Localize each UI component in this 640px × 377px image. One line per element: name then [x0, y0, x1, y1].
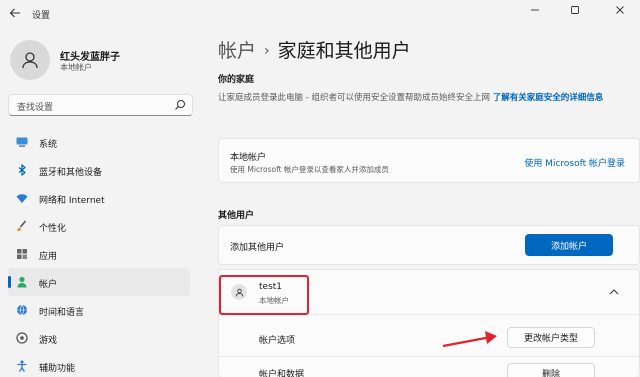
accessibility-icon [17, 360, 27, 372]
apps-icon [17, 249, 27, 259]
search-input[interactable]: 查找设置 [8, 94, 193, 116]
title-bar: 设置 [0, 0, 640, 28]
sidebar-item-gaming[interactable]: 游戏 [8, 324, 190, 352]
monitor-icon [16, 137, 28, 147]
sidebar-item-personalization[interactable]: 个性化 [8, 212, 190, 240]
gamepad-icon [16, 332, 28, 344]
person-icon [22, 52, 38, 69]
local-account-title: 本地帐户 [230, 153, 267, 163]
microsoft-signin-link[interactable]: 使用 Microsoft 帐户登录 [524, 156, 625, 169]
local-account-desc: 使用 Microsoft 帐户登录以查看家人并添加成员 [230, 165, 389, 174]
search-placeholder: 查找设置 [17, 103, 54, 113]
account-data-label: 帐户和数据 [259, 370, 305, 377]
chevron-up-icon[interactable] [609, 288, 619, 295]
avatar [10, 40, 50, 80]
globe-clock-icon [17, 304, 27, 316]
user-name: 红头发蓝胖子 [60, 52, 120, 63]
annotation-arrow [442, 331, 497, 348]
sidebar-item-bluetooth[interactable]: 蓝牙和其他设备 [8, 156, 190, 184]
sidebar-item-label: 系统 [39, 140, 58, 150]
sidebar-item-system[interactable]: 系统 [8, 128, 190, 156]
add-user-card: 添加其他用户 添加帐户 [218, 225, 640, 265]
brush-icon [17, 220, 27, 232]
search-icon [175, 100, 185, 110]
close-icon [616, 6, 624, 14]
sidebar-item-label: 应用 [39, 252, 58, 262]
back-arrow-icon[interactable] [9, 7, 21, 19]
family-safety-link[interactable]: 了解有关家庭安全的详细信息 [493, 93, 604, 103]
breadcrumb: 帐户 › 家庭和其他用户 [218, 36, 411, 63]
other-users-heading: 其他用户 [218, 211, 255, 221]
change-account-type-button[interactable]: 更改帐户类型 [507, 327, 595, 348]
add-other-user-label: 添加其他用户 [230, 243, 285, 253]
active-indicator [8, 276, 11, 288]
family-description-text: 让家庭成员登录此电脑 - 组织者可以使用安全设置帮助成员始终安全上网 [218, 93, 490, 103]
page-title: 家庭和其他用户 [277, 40, 411, 62]
breadcrumb-separator: › [264, 43, 270, 59]
sidebar-item-label: 时间和语言 [39, 308, 85, 318]
sidebar-item-accounts[interactable]: 帐户 [8, 268, 190, 296]
account-options-label: 帐户选项 [259, 336, 296, 346]
user-account-type: 本地帐户 [60, 63, 92, 72]
family-heading: 你的家庭 [218, 75, 255, 85]
sidebar-item-label: 帐户 [39, 280, 58, 290]
sidebar-item-network[interactable]: 网络和 Internet [8, 184, 190, 212]
divider [219, 356, 639, 357]
local-account-card: 本地帐户 使用 Microsoft 帐户登录以查看家人并添加成员 使用 Micr… [218, 138, 640, 183]
bluetooth-icon [18, 164, 26, 176]
maximize-button[interactable] [555, 0, 595, 20]
sidebar-item-label: 个性化 [39, 224, 67, 234]
sidebar-item-label: 游戏 [39, 336, 58, 346]
sidebar-item-accessibility[interactable]: 辅助功能 [8, 352, 190, 377]
sidebar-item-label: 蓝牙和其他设备 [39, 168, 103, 178]
sidebar-item-apps[interactable]: 应用 [8, 240, 190, 268]
main-content: 帐户 › 家庭和其他用户 你的家庭 让家庭成员登录此电脑 - 组织者可以使用安全设置… [205, 28, 640, 377]
sidebar-item-label: 网络和 Internet [39, 196, 105, 206]
sidebar: 红头发蓝胖子 本地帐户 查找设置 系统 蓝牙和其他设备 网络和 Internet [0, 28, 205, 377]
breadcrumb-parent[interactable]: 帐户 [218, 40, 256, 62]
minimize-icon [531, 9, 539, 11]
sidebar-item-time-language[interactable]: 时间和语言 [8, 296, 190, 324]
person-icon [17, 276, 27, 288]
maximize-icon [571, 6, 579, 14]
remove-account-button[interactable]: 删除 [507, 363, 595, 377]
wifi-icon [16, 194, 28, 203]
sidebar-nav: 系统 蓝牙和其他设备 网络和 Internet 个性化 应用 帐户 时间和语言 … [8, 128, 190, 377]
close-button[interactable] [600, 0, 640, 20]
family-description: 让家庭成员登录此电脑 - 组织者可以使用安全设置帮助成员始终安全上网 了解有关家… [218, 91, 638, 105]
add-account-button[interactable]: 添加帐户 [525, 234, 613, 256]
annotation-highlight-box [219, 275, 309, 315]
sidebar-item-label: 辅助功能 [39, 364, 76, 374]
window-title: 设置 [32, 11, 51, 21]
minimize-button[interactable] [515, 0, 555, 20]
